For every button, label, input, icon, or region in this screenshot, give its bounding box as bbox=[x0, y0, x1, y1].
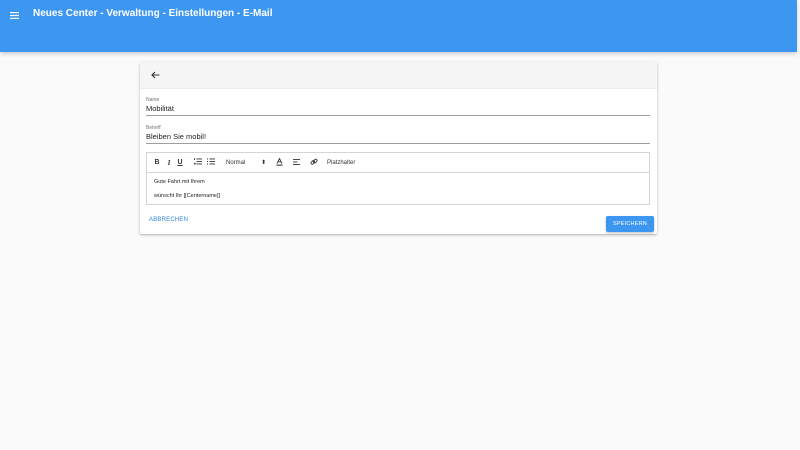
text-size-select[interactable]: Normal ⬍ bbox=[226, 157, 266, 169]
back-button[interactable] bbox=[149, 69, 161, 81]
subject-field: Betreff bbox=[146, 125, 650, 144]
save-button[interactable]: SPEICHERN bbox=[606, 216, 654, 232]
app-bar: Neues Center - Verwaltung - Einstellunge… bbox=[0, 0, 797, 52]
text-size-value: Normal bbox=[226, 159, 246, 166]
arrow-back-icon bbox=[150, 66, 160, 84]
align-button[interactable] bbox=[291, 157, 301, 169]
text-color-icon bbox=[276, 156, 283, 168]
email-settings-card: Name Betreff B I U Normal ⬍ bbox=[140, 62, 657, 234]
ordered-list-icon bbox=[194, 158, 202, 167]
text-color-button[interactable] bbox=[274, 156, 284, 169]
ordered-list-button[interactable] bbox=[193, 157, 203, 169]
editor-content[interactable]: Gute Fahrt mit Ihrem wünscht Ihr [[Cente… bbox=[147, 173, 649, 206]
italic-button[interactable]: I bbox=[165, 157, 173, 169]
menu-button[interactable] bbox=[6, 5, 22, 25]
hamburger-menu-icon bbox=[9, 6, 19, 24]
content-line-1: Gute Fahrt mit Ihrem bbox=[154, 179, 205, 185]
placeholder-dropdown[interactable]: Platzhalter bbox=[327, 157, 355, 169]
card-actions: ABBRECHEN SPEICHERN bbox=[140, 213, 657, 233]
editor-toolbar: B I U Normal ⬍ Platzhalter bbox=[147, 153, 649, 173]
bullet-list-icon bbox=[207, 158, 215, 167]
content-line-2: wünscht Ihr [[Centername]] bbox=[154, 193, 221, 199]
card-header bbox=[140, 62, 657, 89]
cancel-button[interactable]: ABBRECHEN bbox=[149, 217, 188, 223]
bold-button[interactable]: B bbox=[153, 157, 161, 169]
name-input[interactable] bbox=[146, 103, 650, 116]
rich-text-editor: B I U Normal ⬍ Platzhalter Gute Fahrt mi… bbox=[146, 152, 650, 205]
name-field: Name bbox=[146, 97, 650, 116]
align-left-icon bbox=[292, 158, 300, 167]
page-title: Neues Center - Verwaltung - Einstellunge… bbox=[33, 8, 273, 19]
underline-button[interactable]: U bbox=[176, 157, 184, 169]
link-button[interactable] bbox=[309, 157, 319, 169]
link-icon bbox=[310, 158, 318, 168]
select-arrows-icon: ⬍ bbox=[260, 160, 266, 166]
subject-input[interactable] bbox=[146, 131, 650, 144]
bullet-list-button[interactable] bbox=[206, 157, 216, 169]
